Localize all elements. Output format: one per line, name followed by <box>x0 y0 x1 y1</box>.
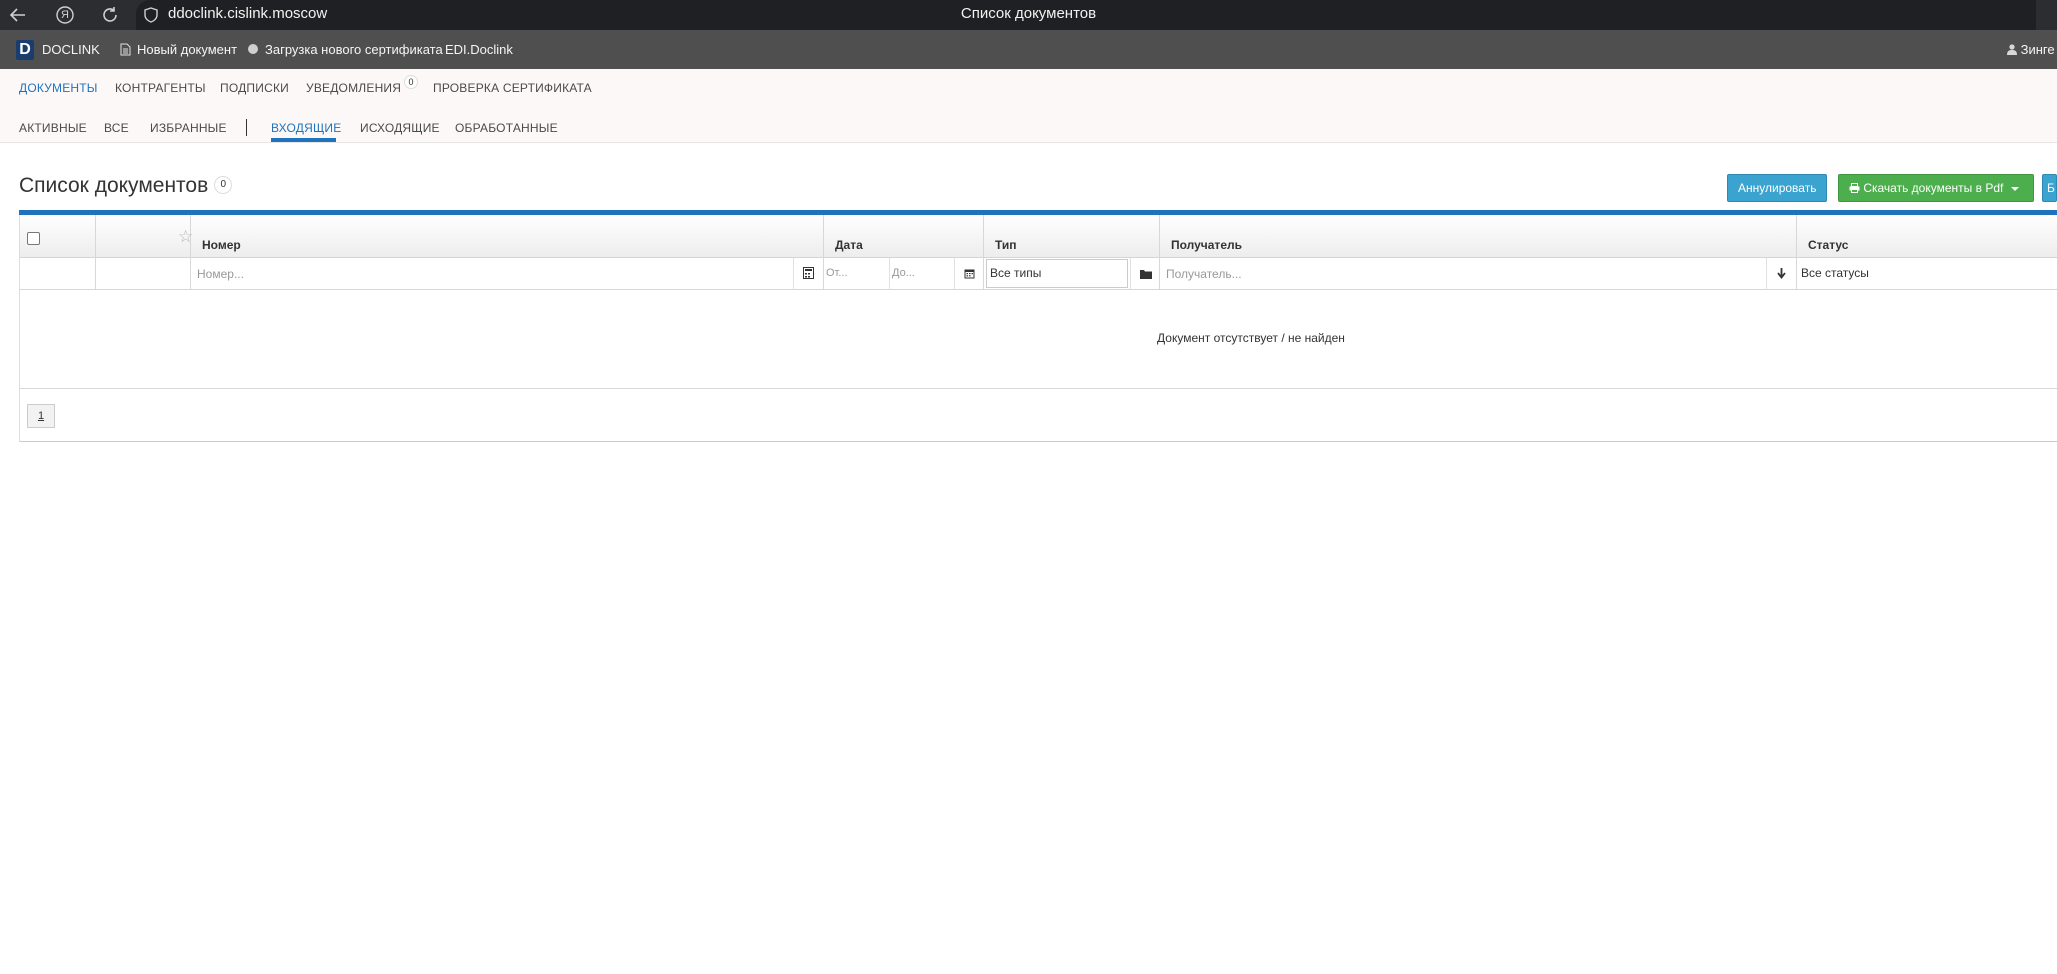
tab-processed[interactable]: ОБРАБОТАННЫЕ <box>455 121 558 135</box>
header-type[interactable]: Тип <box>984 215 1160 258</box>
browser-toolbar: Я ddoclink.cislink.moscow Список докумен… <box>0 0 2057 30</box>
header-number[interactable]: Номер <box>191 215 824 258</box>
header-status[interactable]: Статус <box>1797 215 2057 258</box>
header-date-label: Дата <box>835 238 863 252</box>
header-recipient-label: Получатель <box>1171 238 1242 252</box>
documents-table: ☆ Номер Дата Тип Получатель Статус Номер… <box>19 215 2057 442</box>
profile-letter: Я <box>61 9 69 21</box>
active-tab-indicator <box>271 138 336 142</box>
shield-icon[interactable] <box>142 6 160 24</box>
upload-certificate-link[interactable]: Загрузка нового сертификата <box>247 30 443 69</box>
tab-divider <box>246 119 247 136</box>
tab-favorites[interactable]: ИЗБРАННЫЕ <box>150 121 227 135</box>
document-count-badge: 0 <box>214 176 233 194</box>
tab-outgoing[interactable]: ИСХОДЯЩИЕ <box>360 121 440 135</box>
app-header: D DOCLINK Новый документ Загрузка нового… <box>0 30 2057 69</box>
printer-icon <box>1849 181 1863 195</box>
folder-icon[interactable] <box>1130 258 1160 290</box>
status-filter-value: Все статусы <box>1801 266 1869 280</box>
nav-counterparties[interactable]: КОНТРАГЕНТЫ <box>115 81 206 95</box>
number-filter-placeholder: Номер... <box>197 267 244 281</box>
calculator-icon[interactable] <box>793 258 823 290</box>
profile-icon[interactable]: Я <box>53 3 77 27</box>
notifications-badge: 0 <box>404 75 419 89</box>
nav-notifications[interactable]: УВЕДОМЛЕНИЯ 0 <box>306 75 419 95</box>
empty-table-message: Документ отсутствует / не найден <box>1157 331 1345 345</box>
nav-subscriptions[interactable]: ПОДПИСКИ <box>220 81 289 95</box>
nav-documents[interactable]: ДОКУМЕНТЫ <box>19 81 98 95</box>
extra-button[interactable]: Б <box>2042 174 2057 202</box>
new-document-link[interactable]: Новый документ <box>120 30 237 69</box>
nav-notifications-label: УВЕДОМЛЕНИЯ <box>306 81 402 95</box>
header-type-label: Тип <box>995 238 1017 252</box>
select-all-checkbox[interactable] <box>27 232 40 245</box>
status-filter-select[interactable]: Все статусы <box>1797 258 2057 290</box>
date-to-input[interactable]: До... <box>890 258 984 290</box>
type-filter-select[interactable]: Все типы <box>984 258 1160 290</box>
date-from-placeholder: От... <box>826 267 848 279</box>
header-select-all <box>20 215 96 258</box>
new-document-label: Новый документ <box>137 42 238 57</box>
doclink-logo[interactable]: D <box>16 40 34 60</box>
table-header: ☆ Номер Дата Тип Получатель Статус <box>20 215 2057 258</box>
header-recipient[interactable]: Получатель <box>1160 215 1797 258</box>
tab-all[interactable]: ВСЕ <box>104 121 129 135</box>
header-status-label: Статус <box>1808 238 1849 252</box>
page-title: Список документов 0 <box>19 174 233 198</box>
user-icon <box>2007 42 2021 57</box>
header-favorite: ☆ <box>96 215 193 258</box>
nav-certificate-check[interactable]: ПРОВЕРКА СЕРТИФИКАТА <box>433 81 592 95</box>
dropdown-caret-icon <box>2011 186 2020 191</box>
filter-empty-cell <box>96 258 191 290</box>
tab-incoming[interactable]: ВХОДЯЩИЕ <box>271 121 341 135</box>
back-arrow-icon[interactable] <box>6 3 30 27</box>
user-menu[interactable]: Зинге <box>2007 30 2057 69</box>
page-1-button[interactable]: 1 <box>27 404 55 428</box>
brand-link[interactable]: DOCLINK <box>42 30 100 69</box>
header-number-label: Номер <box>202 238 241 252</box>
page-title-text: Список документов <box>19 174 209 197</box>
recipient-filter-input[interactable]: Получатель... <box>1160 258 1797 290</box>
calendar-icon[interactable] <box>954 258 984 290</box>
annul-button[interactable]: Аннулировать <box>1727 174 1827 202</box>
file-icon <box>120 30 131 69</box>
user-name: Зинге <box>2020 42 2055 57</box>
header-date[interactable]: Дата <box>824 215 984 258</box>
number-filter-input[interactable]: Номер... <box>191 258 824 290</box>
url-text[interactable]: ddoclink.cislink.moscow <box>168 3 327 25</box>
pagination: 1 <box>20 388 2057 442</box>
upload-certificate-label: Загрузка нового сертификата <box>265 42 443 57</box>
date-to-placeholder: До... <box>892 267 915 279</box>
arrow-down-icon[interactable] <box>1766 258 1796 290</box>
download-pdf-button[interactable]: Скачать документы в Pdf <box>1838 174 2034 202</box>
date-from-input[interactable]: От... <box>824 258 890 290</box>
recipient-filter-placeholder: Получатель... <box>1166 267 1242 281</box>
edi-link[interactable]: EDI.Doclink <box>445 30 513 69</box>
download-pdf-label: Скачать документы в Pdf <box>1863 181 2004 195</box>
certificate-icon <box>247 30 259 69</box>
reload-icon[interactable] <box>98 3 122 27</box>
filter-row: Номер... От... До... Все типы Получатель… <box>20 258 2057 290</box>
tab-active[interactable]: АКТИВНЫЕ <box>19 121 87 135</box>
type-filter-value: Все типы <box>986 259 1128 288</box>
address-bar[interactable] <box>136 0 2036 30</box>
filter-empty-cell <box>20 258 96 290</box>
